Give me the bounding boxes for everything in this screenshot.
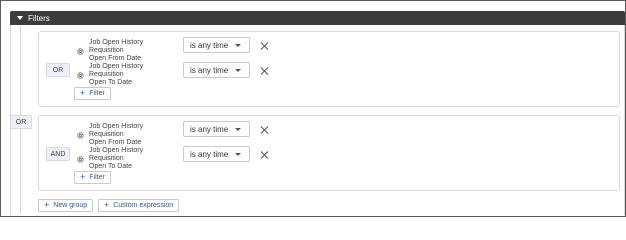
- gear-icon: [77, 47, 84, 55]
- plus-icon: +: [44, 200, 50, 210]
- plus-icon: +: [80, 172, 86, 182]
- operator-dropdown[interactable]: is any time: [183, 121, 250, 137]
- chevron-down-icon: [235, 128, 241, 131]
- add-filter-button[interactable]: + Filter: [74, 171, 111, 184]
- close-icon[interactable]: [261, 42, 269, 50]
- field-name: Job Open History Requisition Open To Date: [89, 147, 144, 170]
- chevron-down-icon: [235, 69, 241, 72]
- field-name: Job Open History Requisition Open To Date: [89, 63, 144, 86]
- gear-icon: [77, 131, 84, 139]
- gear-icon: [77, 71, 84, 79]
- filters-panel-header[interactable]: Filters: [10, 11, 625, 25]
- gear-icon: [77, 155, 84, 163]
- plus-icon: +: [104, 200, 110, 210]
- field-name: Job Open History Requisition Open From Da…: [89, 123, 144, 146]
- group2-operator-badge[interactable]: AND: [46, 147, 70, 161]
- custom-expression-button[interactable]: + Custom expression: [98, 199, 180, 212]
- chevron-down-icon: [235, 44, 241, 47]
- condition-row: Job Open History Requisition Open To Date: [76, 147, 179, 171]
- operator-dropdown[interactable]: is any time: [183, 146, 250, 162]
- close-icon[interactable]: [261, 67, 269, 75]
- add-filter-button[interactable]: + Filter: [74, 87, 111, 100]
- chevron-down-icon: [235, 153, 241, 156]
- caret-down-icon[interactable]: [17, 16, 23, 20]
- operator-dropdown[interactable]: is any time: [183, 62, 250, 78]
- root-operator-badge[interactable]: OR: [10, 115, 32, 129]
- close-icon[interactable]: [261, 126, 269, 134]
- close-icon[interactable]: [261, 151, 269, 159]
- filters-title: Filters: [28, 13, 50, 23]
- new-group-button[interactable]: + New group: [38, 199, 94, 212]
- operator-dropdown[interactable]: is any time: [183, 37, 250, 53]
- condition-row: Job Open History Requisition Open To Date: [76, 63, 179, 87]
- condition-row: Job Open History Requisition Open From Da…: [76, 123, 179, 147]
- plus-icon: +: [80, 88, 86, 98]
- condition-row: Job Open History Requisition Open From Da…: [76, 39, 179, 63]
- group1-operator-badge[interactable]: OR: [46, 63, 70, 77]
- field-name: Job Open History Requisition Open From Da…: [89, 39, 144, 62]
